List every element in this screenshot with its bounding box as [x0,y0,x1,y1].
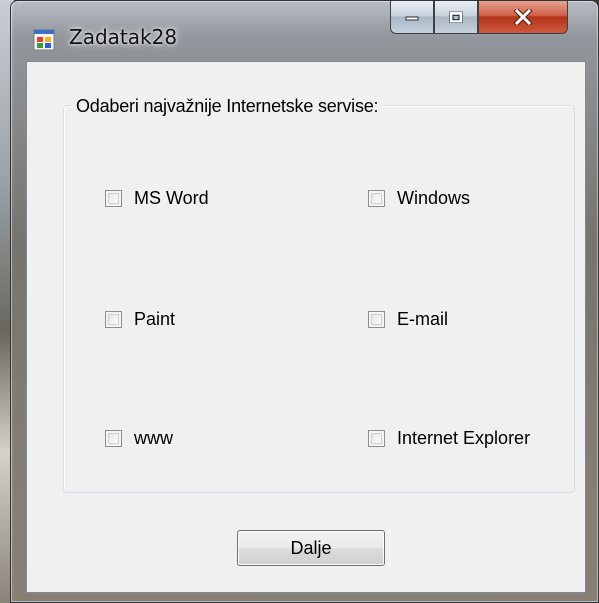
checkbox-email[interactable]: E-mail [368,306,448,332]
app-window: Zadatak28 Odaberi najvažnije Internetske… [10,0,599,603]
window-title: Zadatak28 [69,25,178,49]
checkbox-box[interactable] [105,429,122,447]
checkbox-www[interactable]: www [105,425,173,451]
checkbox-box[interactable] [368,189,385,207]
window-controls [390,1,592,35]
checkbox-label: E-mail [397,308,449,329]
checkbox-box[interactable] [105,310,122,328]
close-button[interactable] [478,1,568,34]
next-button[interactable]: Dalje [237,530,385,566]
minimize-button[interactable] [390,1,434,34]
checkbox-label: Windows [397,187,471,208]
groupbox-legend: Odaberi najvažnije Internetske servise: [71,96,384,117]
maximize-icon [449,11,463,23]
title-bar[interactable]: Zadatak28 [11,1,598,61]
checkbox-box[interactable] [368,310,385,328]
checkbox-internet-explorer[interactable]: Internet Explorer [368,425,530,451]
maximize-button[interactable] [434,1,478,34]
checkbox-box[interactable] [368,429,385,447]
checkbox-box[interactable] [105,189,122,207]
checkbox-paint[interactable]: Paint [105,306,175,332]
checkbox-windows[interactable]: Windows [368,185,470,211]
checkbox-label: MS Word [134,187,209,208]
checkbox-label: www [134,427,173,448]
minimize-icon [405,16,419,21]
checkbox-label: Paint [134,308,176,329]
close-icon [513,9,533,25]
checkbox-label: Internet Explorer [397,427,531,448]
form-app-icon [33,29,55,51]
checkbox-ms-word[interactable]: MS Word [105,185,209,211]
form-client-area: Odaberi najvažnije Internetske servise: … [26,61,586,593]
